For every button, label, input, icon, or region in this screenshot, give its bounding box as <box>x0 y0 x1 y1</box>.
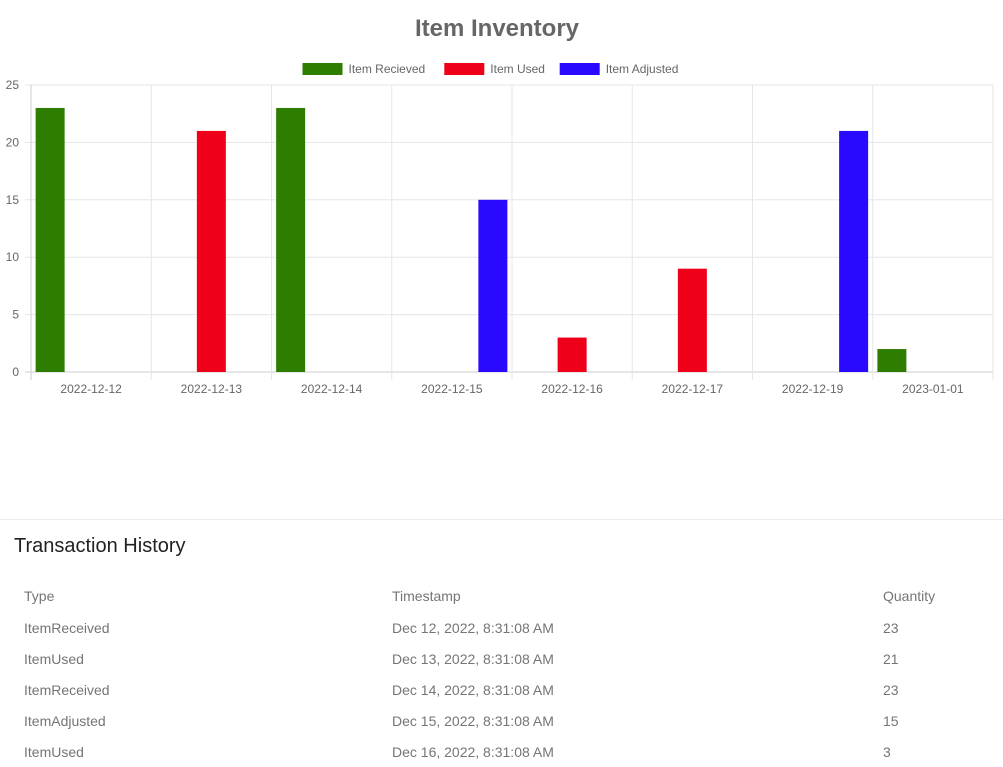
table-row[interactable]: ItemReceived Dec 12, 2022, 8:31:08 AM 23 <box>14 612 994 643</box>
legend-swatch <box>444 63 485 75</box>
legend-label: Item Recieved <box>349 62 426 76</box>
chart-title: Item Inventory <box>415 15 580 42</box>
cell-timestamp: Dec 14, 2022, 8:31:08 AM <box>392 681 554 698</box>
column-header-quantity[interactable]: Quantity <box>873 580 994 612</box>
x-tick-label: 2023-01-01 <box>902 382 964 396</box>
table-row[interactable]: ItemUsed Dec 16, 2022, 8:31:08 AM 3 <box>14 736 994 767</box>
inventory-chart: Item Inventory Item Recieved Item Used Item… <box>0 0 1003 470</box>
cell-quantity: 23 <box>883 681 899 698</box>
cell-type: ItemReceived <box>24 681 110 698</box>
legend-item[interactable]: Item Adjusted <box>559 62 679 76</box>
x-tick-label: 2022-12-12 <box>60 382 122 396</box>
cell-quantity: 21 <box>883 650 899 667</box>
cell-timestamp: Dec 12, 2022, 8:31:08 AM <box>392 619 554 636</box>
bar-item-recieved <box>276 107 306 373</box>
cell-type: ItemUsed <box>24 650 84 667</box>
cell-timestamp: Dec 16, 2022, 8:31:08 AM <box>392 743 554 760</box>
table-row[interactable]: ItemReceived Dec 14, 2022, 8:31:08 AM 23 <box>14 674 994 705</box>
legend-label: Item Adjusted <box>606 62 679 76</box>
table-header-row: Type Timestamp Quantity <box>14 580 994 612</box>
cell-type: ItemReceived <box>24 619 110 636</box>
column-header-timestamp[interactable]: Timestamp <box>382 580 873 612</box>
y-tick-label: 20 <box>6 135 20 149</box>
y-tick-label: 5 <box>12 308 19 322</box>
y-tick-label: 0 <box>12 365 19 379</box>
bar-item-recieved <box>35 107 65 373</box>
table-row[interactable]: ItemUsed Dec 13, 2022, 8:31:08 AM 21 <box>14 643 994 674</box>
cell-quantity: 15 <box>883 712 899 729</box>
bar-item-used <box>677 268 707 372</box>
cell-quantity: 3 <box>883 743 891 760</box>
bar-item-used <box>196 130 226 372</box>
legend-label: Item Used <box>490 62 545 76</box>
legend-swatch <box>559 63 600 75</box>
y-tick-label: 25 <box>6 78 20 92</box>
x-tick-label: 2022-12-13 <box>181 382 243 396</box>
cell-timestamp: Dec 15, 2022, 8:31:08 AM <box>392 712 554 729</box>
inventory-chart-svg: Item Inventory Item Recieved Item Used Item… <box>6 15 994 396</box>
legend-item[interactable]: Item Used <box>444 62 545 76</box>
cell-quantity: 23 <box>883 619 899 636</box>
x-tick-label: 2022-12-15 <box>421 382 483 396</box>
y-tick-label: 10 <box>6 250 20 264</box>
cell-timestamp: Dec 13, 2022, 8:31:08 AM <box>392 650 554 667</box>
bar-item-used <box>557 337 587 372</box>
table-row[interactable]: ItemAdjusted Dec 15, 2022, 8:31:08 AM 15 <box>14 705 994 736</box>
x-tick-label: 2022-12-17 <box>662 382 724 396</box>
x-tick-label: 2022-12-19 <box>782 382 844 396</box>
legend-swatch <box>302 63 343 75</box>
section-divider <box>0 519 1003 520</box>
bar-item-adjusted <box>478 199 508 372</box>
y-tick-label: 15 <box>6 193 20 207</box>
x-tick-label: 2022-12-14 <box>301 382 363 396</box>
cell-type: ItemAdjusted <box>24 712 106 729</box>
cell-type: ItemUsed <box>24 743 84 760</box>
legend-item[interactable]: Item Recieved <box>302 62 426 76</box>
x-tick-label: 2022-12-16 <box>541 382 603 396</box>
column-header-type[interactable]: Type <box>14 580 382 612</box>
bar-item-recieved <box>877 349 907 372</box>
transaction-history-table: Type Timestamp Quantity ItemReceived Dec… <box>14 580 994 767</box>
bar-item-adjusted <box>839 130 869 372</box>
transaction-history-title: Transaction History <box>14 535 186 557</box>
